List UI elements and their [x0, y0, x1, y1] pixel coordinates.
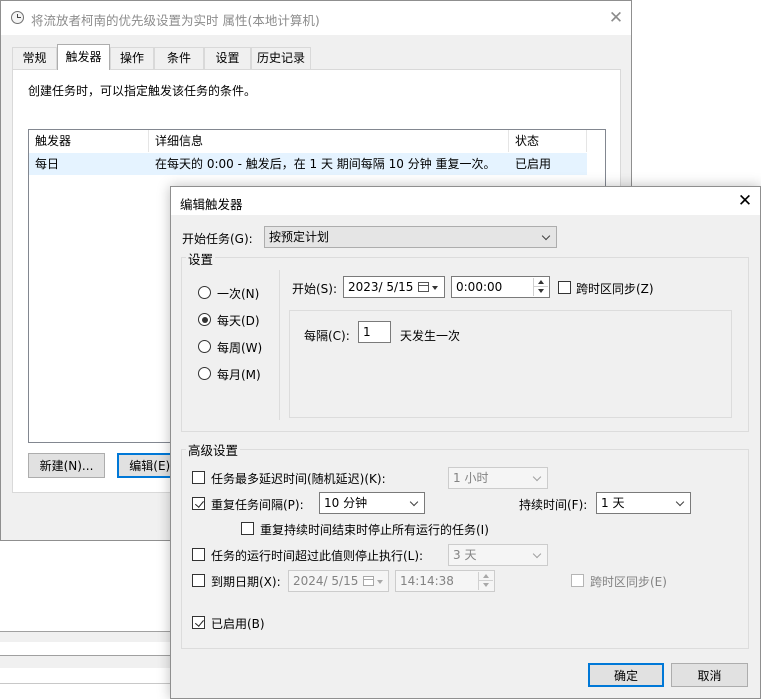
chevron-down-icon: [532, 472, 542, 482]
stop-if-longer-value: 3 天: [453, 548, 477, 562]
title-bar: 将流放者柯南的优先级设置为实时 属性(本地计算机) ✕: [1, 1, 631, 35]
recur-input[interactable]: 1: [358, 321, 391, 343]
monthly-label: 每月(M): [217, 368, 261, 382]
delay-select[interactable]: 1 小时: [448, 467, 548, 489]
chevron-down-icon: [675, 497, 685, 507]
dialog-title-bar: 编辑触发器 ✕: [171, 187, 760, 215]
calendar-icon: [363, 576, 374, 586]
weekly-label: 每周(W): [217, 341, 263, 355]
settings-group-title: 设置: [186, 249, 216, 268]
start-task-select[interactable]: 按预定计划: [264, 226, 557, 248]
cancel-button[interactable]: 取消: [671, 663, 748, 687]
row-trigger: 每日: [35, 157, 60, 171]
enabled-label: 已启用(B): [211, 617, 265, 631]
repeat-label: 重复任务间隔(P):: [211, 498, 304, 512]
column-header-status[interactable]: 状态: [509, 130, 587, 152]
tab-conditions[interactable]: 条件: [154, 47, 204, 69]
expire-date-value: 2024/ 5/15: [293, 574, 359, 588]
new-button[interactable]: 新建(N)...: [28, 453, 105, 478]
tab-triggers[interactable]: 触发器: [57, 44, 110, 70]
expire-sync-checkbox[interactable]: [571, 574, 584, 587]
stop-if-longer-label: 任务的运行时间超过此值则停止执行(L):: [211, 549, 424, 563]
delay-value: 1 小时: [453, 471, 489, 485]
dropdown-arrow-icon: [432, 286, 438, 290]
start-time-input[interactable]: 0:00:00: [451, 276, 550, 298]
once-label: 一次(N): [217, 287, 260, 301]
dialog-title: 编辑触发器: [180, 197, 243, 212]
monthly-radio[interactable]: [198, 367, 211, 380]
chevron-down-icon: [409, 497, 419, 507]
duration-value: 1 天: [601, 496, 625, 510]
time-spinner[interactable]: [478, 572, 493, 590]
duration-label: 持续时间(F):: [519, 498, 588, 512]
row-details: 在每天的 0:00 - 触发后，在 1 天 期间每隔 10 分钟 重复一次。: [155, 157, 496, 171]
start-label: 开始(S):: [292, 282, 338, 296]
chevron-down-icon: [532, 549, 542, 559]
sync-timezone-checkbox[interactable]: [558, 281, 571, 294]
repeat-interval-value: 10 分钟: [324, 496, 368, 510]
close-icon[interactable]: ✕: [733, 191, 757, 211]
expire-date-picker[interactable]: 2024/ 5/15: [288, 570, 389, 592]
start-task-value: 按预定计划: [269, 230, 330, 244]
close-icon[interactable]: ✕: [604, 8, 628, 28]
spin-down-icon[interactable]: [534, 287, 548, 296]
tab-settings[interactable]: 设置: [204, 47, 251, 69]
daily-radio[interactable]: [198, 313, 211, 326]
tab-history[interactable]: 历史记录: [251, 47, 311, 69]
daily-label: 每天(D): [217, 314, 260, 328]
repeat-interval-select[interactable]: 10 分钟: [319, 492, 425, 514]
calendar-icon: [418, 282, 429, 292]
expire-sync-label: 跨时区同步(E): [590, 575, 667, 589]
window-title: 将流放者柯南的优先级设置为实时 属性(本地计算机): [31, 13, 320, 28]
chevron-down-icon: [541, 231, 551, 241]
start-task-label: 开始任务(G):: [182, 232, 253, 246]
spin-down-icon[interactable]: [479, 581, 493, 590]
weekly-radio[interactable]: [198, 340, 211, 353]
spin-up-icon[interactable]: [479, 572, 493, 581]
stop-running-checkbox[interactable]: [241, 522, 254, 535]
expire-label: 到期日期(X):: [211, 575, 281, 589]
sync-timezone-label: 跨时区同步(Z): [576, 282, 654, 296]
recur-label: 每隔(C):: [304, 329, 350, 343]
row-status: 已启用: [515, 157, 552, 171]
start-time-value: 0:00:00: [456, 280, 503, 294]
divider: [0, 632, 172, 642]
enabled-checkbox[interactable]: [192, 616, 205, 629]
divider: [0, 656, 172, 668]
tab-general[interactable]: 常规: [12, 47, 57, 69]
expire-time-input[interactable]: 14:14:38: [395, 570, 495, 592]
dropdown-arrow-icon: [377, 580, 383, 584]
column-header-trigger[interactable]: 触发器: [29, 130, 149, 152]
panel-description: 创建任务时，可以指定触发该任务的条件。: [28, 84, 257, 98]
delay-label: 任务最多延迟时间(随机延迟)(K):: [211, 472, 386, 486]
time-spinner[interactable]: [533, 278, 548, 296]
start-date-value: 2023/ 5/15: [348, 280, 414, 294]
delay-checkbox[interactable]: [192, 471, 205, 484]
divider: [0, 683, 172, 684]
divider: [279, 270, 280, 420]
stop-if-longer-checkbox[interactable]: [192, 548, 205, 561]
advanced-group-title: 高级设置: [186, 440, 241, 459]
once-radio[interactable]: [198, 286, 211, 299]
start-date-picker[interactable]: 2023/ 5/15: [343, 276, 445, 298]
recur-suffix: 天发生一次: [400, 329, 461, 343]
column-header-details[interactable]: 详细信息: [149, 130, 509, 152]
stop-if-longer-select[interactable]: 3 天: [448, 544, 548, 566]
recurrence-panel: [289, 310, 732, 418]
ok-button[interactable]: 确定: [588, 663, 664, 687]
spin-up-icon[interactable]: [534, 278, 548, 287]
tab-actions[interactable]: 操作: [110, 47, 154, 69]
clock-icon: [11, 11, 24, 24]
expire-checkbox[interactable]: [192, 574, 205, 587]
duration-select[interactable]: 1 天: [596, 492, 691, 514]
repeat-checkbox[interactable]: [192, 497, 205, 510]
stop-running-label: 重复持续时间结束时停止所有运行的任务(I): [260, 523, 489, 537]
expire-time-value: 14:14:38: [400, 574, 454, 588]
